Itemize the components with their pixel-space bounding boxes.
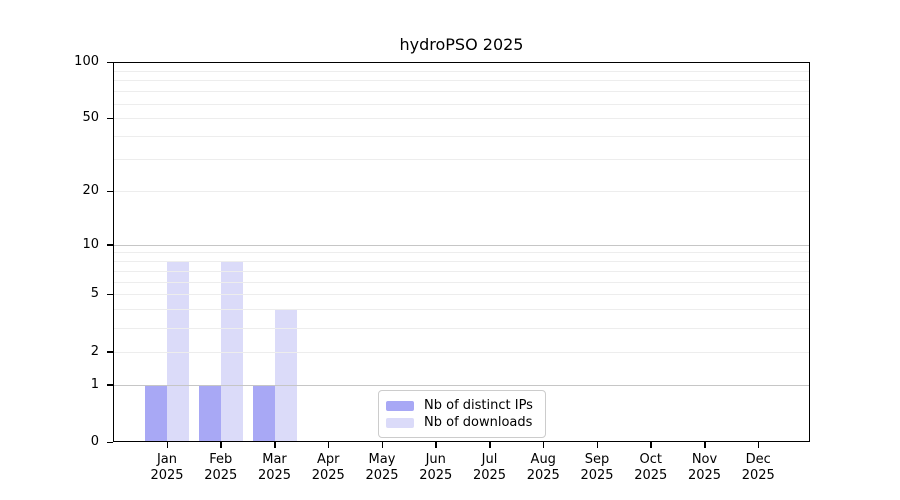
x-tick-label: Mar 2025 [257, 452, 292, 483]
x-tick-mark [381, 442, 383, 448]
bar-downloads-mar [274, 309, 297, 442]
y-tick-label: 10 [82, 236, 99, 252]
gridline-minor [113, 327, 810, 329]
legend-swatch-downloads [386, 417, 414, 428]
legend-label-downloads: Nb of downloads [424, 415, 533, 430]
bar-distinct-ips-mar [252, 384, 275, 442]
x-tick-mark [704, 442, 706, 448]
x-tick-mark [757, 442, 760, 448]
gridline-major [113, 62, 810, 63]
gridline-minor [113, 281, 810, 283]
x-tick-mark [489, 442, 491, 448]
legend-label-distinct-ips: Nb of distinct IPs [424, 398, 533, 413]
chart-title: hydroPSO 2025 [399, 35, 524, 54]
legend: Nb of distinct IPs Nb of downloads [378, 390, 546, 438]
x-tick-label: Sep 2025 [580, 452, 614, 483]
x-tick-label: Dec 2025 [741, 452, 775, 483]
legend-item-downloads: Nb of downloads [386, 414, 537, 431]
bar-distinct-ips-jan [145, 384, 167, 442]
x-tick-label: Feb 2025 [204, 452, 238, 483]
gridline-minor [113, 252, 810, 254]
x-tick-label: Apr 2025 [311, 452, 345, 483]
bar-distinct-ips-feb [198, 384, 221, 442]
y-tick-label: 5 [90, 286, 99, 302]
gridline-minor [113, 270, 810, 272]
chart-figure: hydroPSO 2025 Nb of distinct IPs Nb of d… [0, 0, 900, 500]
x-tick-label: Oct 2025 [634, 452, 668, 483]
y-tick-mark [107, 117, 113, 120]
gridline-minor [113, 294, 810, 296]
y-tick-label: 0 [90, 434, 99, 449]
gridline-minor [113, 118, 810, 120]
x-axis: Jan 2025 Feb 2025 Mar 2025 Apr 2025 May 2025 Jun 20… [113, 442, 810, 500]
x-tick-label: Jun 2025 [419, 452, 453, 483]
gridline-minor [113, 191, 810, 193]
x-tick-label: May 2025 [365, 452, 399, 483]
x-tick-mark [220, 442, 222, 448]
x-tick-mark [542, 442, 545, 448]
y-tick-mark [107, 244, 113, 246]
gridline-major [113, 244, 810, 246]
legend-item-distinct-ips: Nb of distinct IPs [386, 397, 537, 414]
y-tick-mark [107, 293, 113, 296]
y-tick-label: 100 [74, 54, 99, 69]
y-tick-mark [107, 190, 113, 193]
gridline-minor [113, 70, 810, 72]
x-tick-mark [650, 442, 652, 448]
x-tick-mark [274, 442, 276, 448]
x-tick-mark [435, 442, 437, 448]
gridline-minor [113, 351, 810, 353]
gridline-minor [113, 159, 810, 161]
gridline-major [113, 384, 810, 386]
x-tick-label: Aug 2025 [526, 452, 560, 483]
x-tick-label: Jan 2025 [150, 452, 184, 483]
y-tick-label: 50 [82, 110, 99, 126]
y-tick-label: 20 [82, 183, 99, 199]
gridline-minor [113, 261, 810, 263]
x-tick-mark [596, 442, 598, 448]
gridline-minor [113, 309, 810, 311]
y-tick-mark [107, 384, 113, 386]
x-tick-label: Nov 2025 [687, 452, 722, 483]
gridline-minor [113, 136, 810, 138]
plot-area: Nb of distinct IPs Nb of downloads [113, 62, 810, 442]
y-axis: 0 1 2 5 10 20 50 100 [0, 54, 113, 449]
x-tick-label: Jul 2025 [472, 452, 507, 483]
x-tick-mark [327, 442, 330, 448]
x-tick-mark [166, 442, 168, 448]
y-tick-mark [107, 61, 113, 63]
y-tick-label: 1 [90, 376, 99, 392]
gridline-minor [113, 91, 810, 93]
y-tick-mark [107, 351, 113, 353]
y-tick-label: 2 [90, 343, 99, 359]
legend-swatch-distinct-ips [386, 400, 414, 411]
gridline-minor [113, 103, 810, 105]
gridline-minor [113, 80, 810, 82]
